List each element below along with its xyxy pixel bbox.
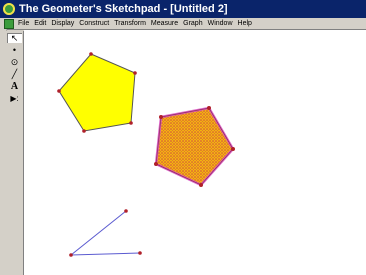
endpoint[interactable]: [138, 251, 142, 255]
vertex-point[interactable]: [133, 71, 137, 75]
toolbox: ↖ • ⊙ ╱ A ▶:: [6, 31, 24, 275]
sketch-drawing[interactable]: [24, 30, 366, 275]
sketch-canvas[interactable]: [24, 30, 366, 275]
menu-display[interactable]: Display: [51, 18, 74, 29]
custom-tool-icon[interactable]: ▶:: [7, 93, 22, 103]
sketchpad-app-icon: [3, 3, 15, 15]
arrow-tool-icon[interactable]: ↖: [7, 33, 22, 43]
point-tool-icon[interactable]: •: [7, 45, 22, 55]
vertex-point[interactable]: [199, 183, 203, 187]
vertex-point[interactable]: [154, 162, 158, 166]
vertex-point[interactable]: [207, 106, 211, 110]
document-icon[interactable]: [4, 18, 14, 29]
compass-tool-icon[interactable]: ⊙: [7, 57, 22, 67]
vertex-point[interactable]: [159, 115, 163, 119]
menu-edit[interactable]: Edit: [34, 18, 46, 29]
menu-file[interactable]: File: [18, 18, 29, 29]
vertex-point[interactable]: [89, 52, 93, 56]
vertex-point[interactable]: [129, 121, 133, 125]
menu-help[interactable]: Help: [238, 18, 252, 29]
menu-graph[interactable]: Graph: [183, 18, 202, 29]
menu-transform[interactable]: Transform: [114, 18, 146, 29]
text-tool-icon[interactable]: A: [7, 81, 22, 92]
yellow-pentagon[interactable]: [58, 53, 136, 132]
segment[interactable]: [70, 210, 127, 256]
endpoint[interactable]: [124, 209, 128, 213]
straightedge-tool-icon[interactable]: ╱: [7, 69, 22, 79]
menu-construct[interactable]: Construct: [79, 18, 109, 29]
menu-measure[interactable]: Measure: [151, 18, 178, 29]
selected-pentagon[interactable]: [154, 106, 235, 187]
window-title: The Geometer's Sketchpad - [Untitled 2]: [19, 3, 228, 15]
menu-bar: File Edit Display Construct Transform Me…: [0, 18, 366, 30]
title-bar: The Geometer's Sketchpad - [Untitled 2]: [0, 0, 366, 18]
vertex-point[interactable]: [231, 147, 235, 151]
vertex-point[interactable]: [57, 89, 61, 93]
menu-window[interactable]: Window: [208, 18, 233, 29]
vertex-point[interactable]: [82, 129, 86, 133]
segment[interactable]: [70, 252, 141, 256]
angle-vertex-point[interactable]: [69, 253, 73, 257]
